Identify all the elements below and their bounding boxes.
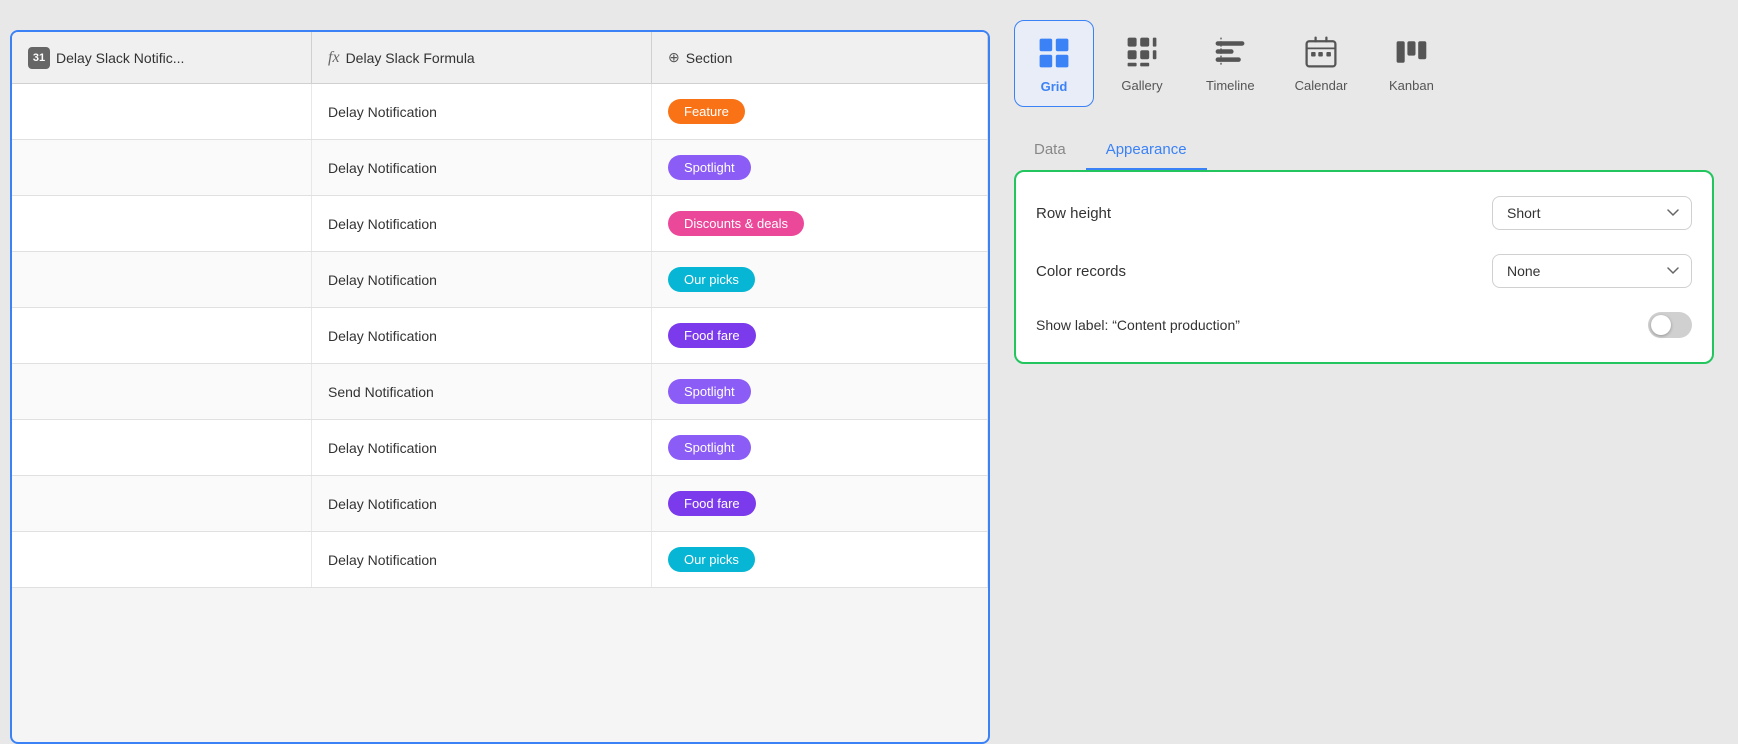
cell-col2: Delay Notification (312, 532, 652, 587)
col-label-1: Delay Slack Notific... (56, 50, 184, 66)
number-icon: 31 (28, 47, 50, 69)
section-badge: Spotlight (668, 155, 751, 180)
table-header: 31 Delay Slack Notific... fx Delay Slack… (12, 32, 988, 84)
cell-col1 (12, 364, 312, 419)
view-item-timeline[interactable]: Timeline (1190, 20, 1271, 107)
grid-icon (1034, 33, 1074, 73)
table-body: Delay NotificationFeatureDelay Notificat… (12, 84, 988, 742)
table-row: Delay Notification Discounts & deals (12, 196, 988, 252)
col-label-3: Section (686, 50, 733, 66)
table-row: Delay Notification Food fare (12, 476, 988, 532)
appearance-panel: Row height ShortMediumTallExtra tall Col… (1014, 170, 1714, 364)
tab-appearance[interactable]: Appearance (1086, 131, 1207, 170)
cell-col2: Delay Notification (312, 252, 652, 307)
cell-badge: Our picks (652, 252, 988, 307)
gallery-icon (1122, 32, 1162, 72)
col-label-2: Delay Slack Formula (346, 50, 475, 66)
table-row: Delay Notification Our picks (12, 532, 988, 588)
cell-col1 (12, 420, 312, 475)
view-label-grid: Grid (1041, 79, 1068, 94)
show-label-toggle[interactable] (1648, 312, 1692, 338)
view-item-gallery[interactable]: Gallery (1102, 20, 1182, 107)
cell-col2: Delay Notification (312, 476, 652, 531)
row-height-row: Row height ShortMediumTallExtra tall (1036, 196, 1692, 230)
cell-col1 (12, 532, 312, 587)
cell-col2: Send Notification (312, 364, 652, 419)
cell-col1 (12, 308, 312, 363)
table-row: Delay Notification Spotlight (12, 140, 988, 196)
view-item-kanban[interactable]: Kanban (1371, 20, 1451, 107)
notification-label: Delay Notification (328, 216, 437, 232)
right-panel: Grid Gallery Timeline Calendar Kanban Da… (990, 0, 1738, 714)
col-header-2: fx Delay Slack Formula (312, 32, 652, 83)
cell-col1 (12, 476, 312, 531)
cell-col1 (12, 140, 312, 195)
calendar-icon (1301, 32, 1341, 72)
cell-badge: Spotlight (652, 420, 988, 475)
tab-data[interactable]: Data (1014, 131, 1086, 170)
notification-label: Delay Notification (328, 440, 437, 456)
view-label-gallery: Gallery (1121, 78, 1162, 93)
cell-col2: Delay Notification (312, 84, 652, 139)
view-item-grid[interactable]: Grid (1014, 20, 1094, 107)
row-height-select[interactable]: ShortMediumTallExtra tall (1492, 196, 1692, 230)
section-badge: Food fare (668, 323, 756, 348)
timeline-icon (1210, 32, 1250, 72)
view-label-kanban: Kanban (1389, 78, 1434, 93)
cell-col2: Delay Notification (312, 140, 652, 195)
col-header-1: 31 Delay Slack Notific... (12, 32, 312, 83)
cell-col2: Delay Notification (312, 196, 652, 251)
section-badge: Spotlight (668, 379, 751, 404)
table-row: Delay Notification Feature (12, 84, 988, 140)
show-label-text: Show label: “Content production” (1036, 317, 1240, 333)
cell-badge: Feature (652, 84, 988, 139)
section-badge: Discounts & deals (668, 211, 804, 236)
table-row: Delay Notification Our picks (12, 252, 988, 308)
cell-badge: Spotlight (652, 140, 988, 195)
col-header-3: ⊕ Section (652, 32, 988, 83)
notification-label: Delay Notification (328, 160, 437, 176)
notification-label: Delay Notification (328, 328, 437, 344)
cell-col2: Delay Notification (312, 420, 652, 475)
section-badge: Our picks (668, 267, 755, 292)
notification-label: Delay Notification (328, 552, 437, 568)
notification-label: Delay Notification (328, 104, 437, 120)
view-label-timeline: Timeline (1206, 78, 1255, 93)
view-label-calendar: Calendar (1295, 78, 1348, 93)
show-label-row: Show label: “Content production” (1036, 312, 1692, 338)
notification-label: Delay Notification (328, 272, 437, 288)
table-row: Send Notification Spotlight (12, 364, 988, 420)
color-records-select[interactable]: NoneBy fieldBy condition (1492, 254, 1692, 288)
view-switcher: Grid Gallery Timeline Calendar Kanban (1014, 20, 1714, 107)
cell-col1 (12, 84, 312, 139)
fx-icon: fx (328, 49, 340, 67)
cell-col1 (12, 196, 312, 251)
notification-label: Send Notification (328, 384, 434, 400)
table-panel: 31 Delay Slack Notific... fx Delay Slack… (10, 30, 990, 744)
cell-badge: Food fare (652, 476, 988, 531)
table-row: Delay Notification Food fare (12, 308, 988, 364)
cell-badge: Discounts & deals (652, 196, 988, 251)
row-height-label: Row height (1036, 205, 1111, 222)
section-badge: Feature (668, 99, 745, 124)
cell-badge: Food fare (652, 308, 988, 363)
table-row: Delay Notification Spotlight (12, 420, 988, 476)
cell-col1 (12, 252, 312, 307)
shield-icon: ⊕ (668, 49, 680, 66)
notification-label: Delay Notification (328, 496, 437, 512)
cell-badge: Spotlight (652, 364, 988, 419)
color-records-row: Color records NoneBy fieldBy condition (1036, 254, 1692, 288)
tabs: DataAppearance (1014, 131, 1714, 170)
view-item-calendar[interactable]: Calendar (1279, 20, 1364, 107)
section-badge: Our picks (668, 547, 755, 572)
section-badge: Food fare (668, 491, 756, 516)
kanban-icon (1391, 32, 1431, 72)
section-badge: Spotlight (668, 435, 751, 460)
cell-col2: Delay Notification (312, 308, 652, 363)
color-records-label: Color records (1036, 263, 1126, 280)
cell-badge: Our picks (652, 532, 988, 587)
